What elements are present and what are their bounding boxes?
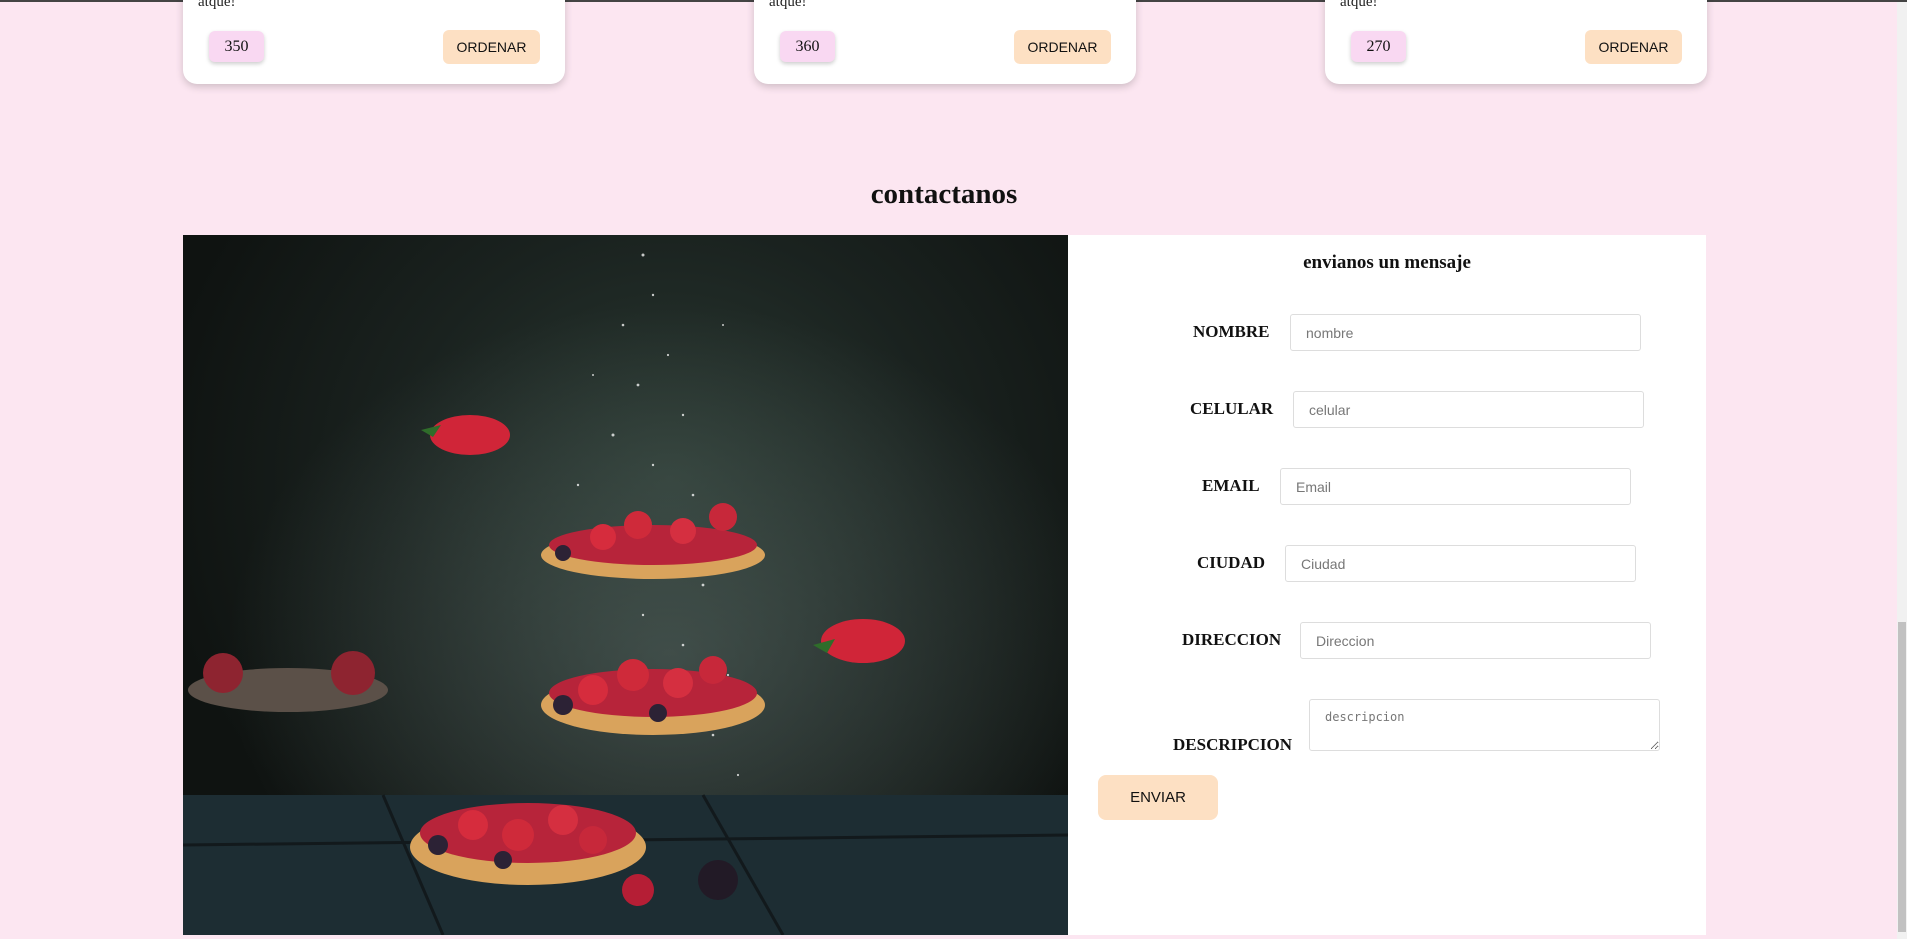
ciudad-input[interactable] [1285,545,1636,582]
product-card: atque! 350 ORDENAR [183,0,565,84]
descripcion-textarea[interactable] [1309,699,1660,751]
price-badge: 350 [209,31,264,62]
product-description: atque! [1340,0,1378,10]
tarts-illustration [183,235,1068,935]
dessert-photo [183,235,1068,935]
product-card: atque! 360 ORDENAR [754,0,1136,84]
email-label: EMAIL [1202,476,1260,495]
price-badge: 360 [780,31,835,62]
product-description: atque! [198,0,236,10]
product-description: atque! [769,0,807,10]
page-scrollbar[interactable] [1897,2,1907,939]
order-button[interactable]: ORDENAR [1585,30,1682,64]
descripcion-label: DESCRIPCION [1173,735,1293,754]
product-card: atque! 270 ORDENAR [1325,0,1707,84]
celular-input[interactable] [1293,391,1644,428]
order-button[interactable]: ORDENAR [443,30,540,64]
section-title: contactanos [870,178,1018,210]
celular-label: CELULAR [1190,399,1274,418]
order-button[interactable]: ORDENAR [1014,30,1111,64]
contact-form: envianos un mensaje NOMBRE CELULAR EMAIL… [1068,235,1706,935]
direccion-input[interactable] [1300,622,1651,659]
contact-section: envianos un mensaje NOMBRE CELULAR EMAIL… [183,235,1706,935]
direccion-label: DIRECCION [1182,630,1282,649]
nombre-input[interactable] [1290,314,1641,351]
nombre-label: NOMBRE [1193,322,1270,341]
price-badge: 270 [1351,31,1406,62]
form-title: envianos un mensaje [1303,252,1471,273]
scrollbar-thumb[interactable] [1898,622,1906,932]
email-input[interactable] [1280,468,1631,505]
ciudad-label: CIUDAD [1197,553,1265,572]
submit-button[interactable]: ENVIAR [1098,775,1218,820]
